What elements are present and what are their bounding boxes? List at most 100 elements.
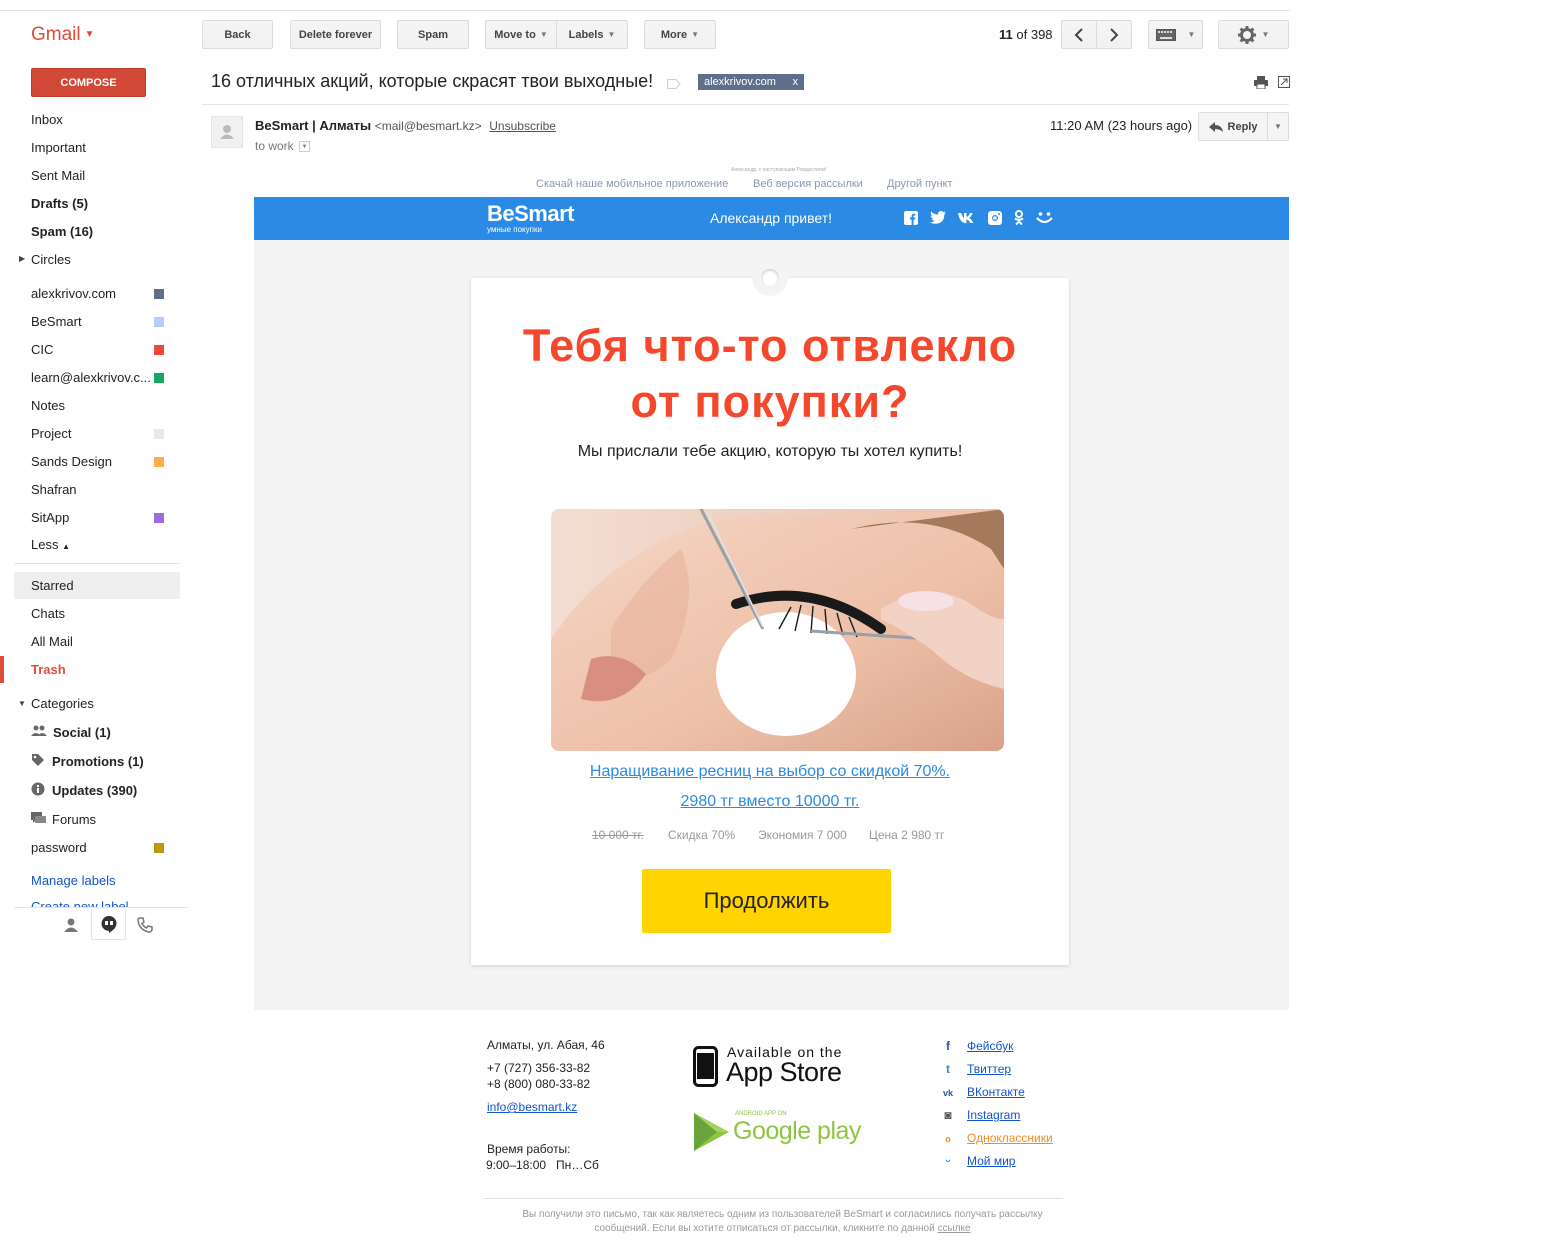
compose-button[interactable]: COMPOSE <box>31 68 146 97</box>
nav-inbox[interactable]: Inbox <box>31 112 63 127</box>
footer-instagram[interactable]: ◙ Instagram <box>941 1108 1020 1122</box>
footer-twitter[interactable]: t Твиттер <box>941 1062 1011 1076</box>
nav-important[interactable]: Important <box>31 140 86 155</box>
label-chip[interactable]: alexkrivov.com x <box>698 74 804 90</box>
triangle-right-icon[interactable]: ▶ <box>19 254 25 263</box>
contacts-icon[interactable] <box>63 917 79 936</box>
label-color-swatch[interactable] <box>154 345 164 355</box>
details-dropdown-icon[interactable]: ▼ <box>299 141 311 153</box>
phone-icon[interactable] <box>137 917 153 936</box>
label-besmart[interactable]: BeSmart <box>31 314 82 329</box>
spam-button[interactable]: Spam <box>397 20 469 49</box>
web-version-link[interactable]: Веб версия рассылки <box>753 178 863 190</box>
reply-more-button[interactable]: ▼ <box>1267 113 1288 140</box>
footer-email-link[interactable]: info@besmart.kz <box>487 1100 577 1114</box>
odnoklassniki-icon[interactable] <box>1014 210 1024 225</box>
move-to-button[interactable]: Move to ▼ <box>485 20 557 49</box>
label-alexkrivov[interactable]: alexkrivov.com <box>31 286 116 301</box>
vk-icon[interactable] <box>958 212 976 223</box>
triangle-down-icon[interactable]: ▼ <box>18 699 26 708</box>
label-cic[interactable]: CIC <box>31 342 53 357</box>
continue-button[interactable]: Продолжить <box>642 869 891 933</box>
reply-button[interactable]: Reply <box>1199 113 1267 140</box>
label-color-swatch[interactable] <box>154 457 164 467</box>
instagram-icon[interactable] <box>988 210 1002 225</box>
label-learn[interactable]: learn@alexkrivov.c... <box>31 370 151 385</box>
label-notes[interactable]: Notes <box>31 398 65 413</box>
unsubscribe-link[interactable]: Unsubscribe <box>489 119 556 133</box>
vk-link[interactable]: ВКонтакте <box>967 1085 1025 1099</box>
instagram-link[interactable]: Instagram <box>967 1108 1020 1122</box>
new-window-icon[interactable] <box>1278 76 1290 91</box>
app-download-link[interactable]: Скачай наше мобильное приложение <box>536 178 728 190</box>
label-color-swatch[interactable] <box>154 289 164 299</box>
twitter-link[interactable]: Твиттер <box>967 1062 1011 1076</box>
recipient-text: to work <box>255 139 294 153</box>
gear-icon <box>1237 25 1256 44</box>
nav-circles[interactable]: Circles <box>31 252 71 267</box>
nav-categories[interactable]: Categories <box>31 696 94 711</box>
label-sands-design[interactable]: Sands Design <box>31 454 112 469</box>
back-button[interactable]: Back <box>202 20 273 49</box>
footer-phone-1[interactable]: +7 (727) 356-33-82 <box>487 1061 590 1075</box>
card-hole <box>761 269 779 287</box>
older-button[interactable] <box>1096 20 1132 49</box>
remove-label-icon[interactable]: x <box>793 74 799 90</box>
settings-button[interactable]: ▼ <box>1218 20 1289 49</box>
label-color-swatch[interactable] <box>154 843 164 853</box>
footer-facebook[interactable]: f Фейсбук <box>941 1039 1013 1053</box>
offer-link-line-2[interactable]: 2980 тг вместо 10000 тг. <box>471 793 1069 811</box>
hangouts-tab[interactable] <box>91 909 126 940</box>
more-button[interactable]: More ▼ <box>644 20 716 49</box>
label-color-swatch[interactable] <box>154 513 164 523</box>
other-link[interactable]: Другой пункт <box>887 178 953 190</box>
category-promotions[interactable]: Promotions (1) <box>52 754 144 769</box>
footer-moimir[interactable]: ᵕ Мой мир <box>941 1154 1016 1168</box>
offer-link-line-1[interactable]: Наращивание ресниц на выбор со скидкой 7… <box>471 763 1069 781</box>
category-social[interactable]: Social (1) <box>53 725 111 740</box>
moimir-link[interactable]: Мой мир <box>967 1154 1015 1168</box>
category-forums[interactable]: Forums <box>52 812 96 827</box>
disclaimer-unsubscribe-link[interactable]: ссылке <box>938 1223 971 1234</box>
nav-starred[interactable]: Starred <box>31 578 74 593</box>
label-password[interactable]: password <box>31 840 87 855</box>
label-shafran[interactable]: Shafran <box>31 482 77 497</box>
print-icon[interactable] <box>1254 76 1268 92</box>
delete-forever-button[interactable]: Delete forever <box>290 20 381 49</box>
importance-marker-icon[interactable] <box>667 77 681 92</box>
input-tools-button[interactable]: ▼ <box>1148 20 1203 49</box>
nav-sent-mail[interactable]: Sent Mail <box>31 168 85 183</box>
less-toggle[interactable]: Less ▲ <box>31 537 70 552</box>
header-social-icons <box>904 210 1053 225</box>
footer-hours-label: Время работы: <box>487 1142 571 1156</box>
labels-button[interactable]: Labels ▼ <box>556 20 628 49</box>
category-updates[interactable]: Updates (390) <box>52 783 137 798</box>
besmart-logo[interactable]: BeSmart умные покупки <box>487 201 574 234</box>
nav-drafts[interactable]: Drafts (5) <box>31 196 88 211</box>
pager-of: of <box>1016 27 1028 42</box>
label-color-swatch[interactable] <box>154 373 164 383</box>
newer-button[interactable] <box>1061 20 1097 49</box>
manage-labels-link[interactable]: Manage labels <box>31 873 116 888</box>
nav-all-mail[interactable]: All Mail <box>31 634 73 649</box>
facebook-icon[interactable] <box>904 210 918 225</box>
label-sitapp[interactable]: SitApp <box>31 510 69 525</box>
nav-spam[interactable]: Spam (16) <box>31 224 93 239</box>
nav-chats[interactable]: Chats <box>31 606 65 621</box>
gmail-menu[interactable]: Gmail ▼ <box>31 24 95 46</box>
footer-vk[interactable]: vk ВКонтакте <box>941 1085 1025 1099</box>
label-project[interactable]: Project <box>31 426 71 441</box>
iphone-icon <box>693 1046 718 1087</box>
footer-odnoklassniki[interactable]: ℴ Одноклассники <box>941 1131 1053 1145</box>
create-label-link[interactable]: Create new label <box>31 899 129 907</box>
footer-phone-2[interactable]: +8 (800) 080-33-82 <box>487 1077 590 1091</box>
label-color-swatch[interactable] <box>154 317 164 327</box>
sender-name[interactable]: BeSmart | Алматы <box>255 118 371 133</box>
twitter-icon[interactable] <box>930 211 946 224</box>
product-image[interactable] <box>551 509 1004 751</box>
nav-trash[interactable]: Trash <box>31 662 66 677</box>
moi-mir-icon[interactable] <box>1036 211 1053 224</box>
odnoklassniki-link[interactable]: Одноклассники <box>967 1131 1053 1145</box>
label-color-swatch[interactable] <box>154 429 164 439</box>
facebook-link[interactable]: Фейсбук <box>967 1039 1013 1053</box>
